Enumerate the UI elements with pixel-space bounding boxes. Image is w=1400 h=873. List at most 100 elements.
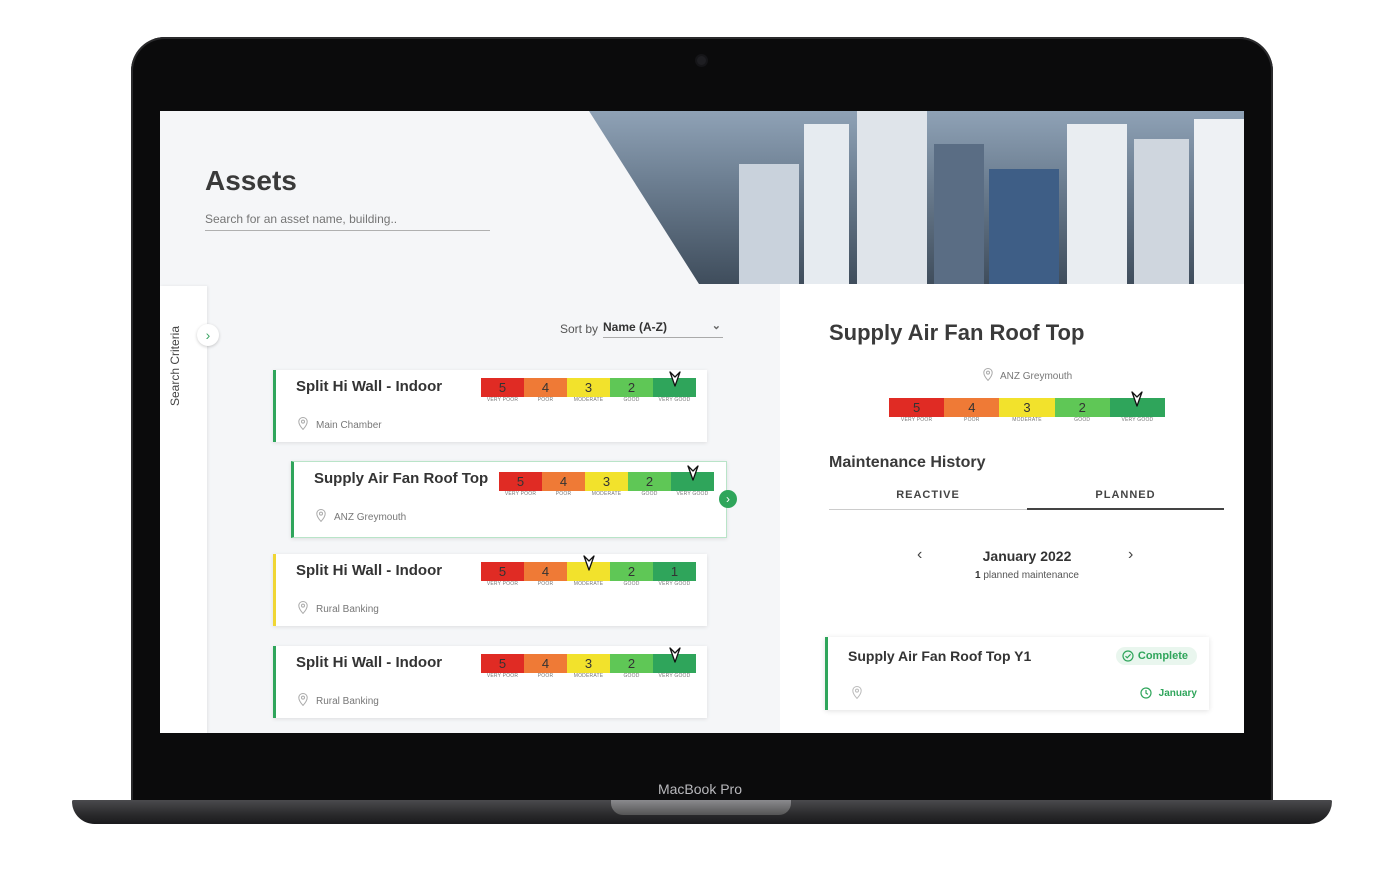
- maintenance-item-title: Supply Air Fan Roof Top Y1: [848, 648, 1032, 664]
- search-criteria-panel[interactable]: Search Criteria: [160, 286, 207, 733]
- scale-label: GOOD: [623, 673, 640, 679]
- scale-segment: 2: [1054, 398, 1110, 417]
- sort-value: Name (A-Z): [603, 320, 668, 334]
- maintenance-count-value: 1: [975, 570, 981, 581]
- scale-label: POOR: [537, 581, 554, 587]
- condition-scale: 5 4 2 1 VERY POOR POOR MODERATE GOOD VERY GOOD: [481, 555, 696, 592]
- rating-marker-icon: [668, 647, 681, 663]
- rating-marker-icon: [1131, 391, 1144, 407]
- scale-label: MODERATE: [573, 581, 604, 587]
- prev-month-button[interactable]: ‹: [917, 546, 922, 564]
- search-input[interactable]: [205, 208, 490, 231]
- maintenance-history-title: Maintenance History: [829, 454, 986, 471]
- tab-planned[interactable]: PLANNED: [1027, 489, 1224, 501]
- scale-segment: 2: [610, 654, 653, 673]
- location-pin-icon: [983, 368, 993, 381]
- scale-label: POOR: [537, 673, 554, 679]
- location-pin-icon: [316, 509, 326, 522]
- maintenance-count: 1 planned maintenance: [960, 570, 1094, 581]
- scale-label: POOR: [964, 417, 980, 423]
- location-pin-icon: [852, 686, 862, 699]
- scale-segment: 3: [567, 378, 610, 397]
- rating-marker-icon: [686, 465, 699, 481]
- detail-title: Supply Air Fan Roof Top: [829, 320, 1085, 345]
- scale-segment: 1: [653, 562, 696, 581]
- sort-label: Sort by: [560, 322, 599, 336]
- asset-card[interactable]: Split Hi Wall - Indoor 5 4 2 1 VERY POOR POOR…: [273, 554, 707, 626]
- app-screen: Assets Search Criteria › Sort by Name (A…: [160, 111, 1244, 733]
- check-circle-icon: [1122, 650, 1134, 662]
- scale-label: POOR: [537, 397, 554, 403]
- hero-city-image: [589, 111, 1244, 284]
- next-month-button[interactable]: ›: [1128, 546, 1133, 564]
- asset-card-selected[interactable]: Supply Air Fan Roof Top 5 4 3 2 VERY POOR POO…: [291, 461, 737, 538]
- status-label: Complete: [1137, 650, 1188, 662]
- status-badge: Complete: [1115, 647, 1197, 665]
- asset-location: Rural Banking: [316, 604, 379, 615]
- scale-label: VERY GOOD: [658, 673, 691, 679]
- scale-segment: 5: [481, 562, 524, 581]
- scale-label: VERY POOR: [486, 673, 519, 679]
- chevron-left-icon: ‹: [917, 546, 923, 563]
- scale-segment: 2: [628, 472, 671, 491]
- scale-label: POOR: [555, 491, 572, 497]
- asset-card[interactable]: Split Hi Wall - Indoor 5 4 3 2 VERY POOR POOR…: [273, 646, 707, 718]
- page-title: Assets: [205, 165, 297, 196]
- expand-criteria-button[interactable]: ›: [197, 324, 219, 346]
- scale-label: MODERATE: [573, 673, 604, 679]
- asset-name: Split Hi Wall - Indoor: [296, 562, 443, 579]
- tab-reactive[interactable]: REACTIVE: [829, 489, 1027, 501]
- location-pin-icon: [298, 601, 308, 614]
- condition-scale: 5 4 3 2 VERY POOR POOR MODERATE GOOD VERY GOOD: [481, 647, 696, 684]
- rating-marker-icon: [668, 371, 681, 387]
- scale-segment: 4: [524, 562, 567, 581]
- detail-location: ANZ Greymouth: [1000, 371, 1073, 382]
- scale-label: VERY POOR: [900, 417, 933, 423]
- maintenance-card[interactable]: Supply Air Fan Roof Top Y1 Complete Janu…: [825, 637, 1209, 710]
- scale-segment: 2: [610, 562, 653, 581]
- scale-segment: 5: [499, 472, 542, 491]
- month-label: January 2022: [982, 548, 1072, 564]
- scale-segment: 5: [481, 654, 524, 673]
- rating-marker-icon: [582, 555, 595, 571]
- sort-select[interactable]: Name (A-Z) ⌄: [603, 320, 723, 338]
- asset-name: Supply Air Fan Roof Top: [314, 470, 489, 487]
- condition-scale: 5 4 3 2 VERY POOR POOR MODERATE GOOD VERY GOOD: [889, 391, 1166, 428]
- scale-label: MODERATE: [591, 491, 622, 497]
- asset-location: ANZ Greymouth: [334, 512, 407, 523]
- scale-segment: 3: [567, 654, 610, 673]
- laptop-notch: [611, 800, 791, 815]
- asset-name: Split Hi Wall - Indoor: [296, 378, 443, 395]
- asset-card[interactable]: Split Hi Wall - Indoor 5 4 3 2 VERY POOR POOR…: [273, 370, 707, 442]
- asset-location: Main Chamber: [316, 420, 382, 431]
- tab-divider: [829, 509, 1027, 510]
- scale-segment: 4: [524, 654, 567, 673]
- chevron-right-icon: ›: [1128, 546, 1134, 563]
- device-brand: MacBook Pro: [657, 781, 743, 797]
- scale-segment: 4: [944, 398, 1000, 417]
- asset-detail-panel: Supply Air Fan Roof Top ANZ Greymouth 54…: [780, 284, 1244, 733]
- scale-segment: 3: [999, 398, 1055, 417]
- scale-label: VERY POOR: [486, 581, 519, 587]
- scale-label: VERY POOR: [504, 491, 537, 497]
- condition-scale: 5 4 3 2 VERY POOR POOR MODERATE GOOD VERY GOOD: [481, 371, 696, 408]
- scale-label: VERY POOR: [486, 397, 519, 403]
- condition-scale: 5 4 3 2 VERY POOR POOR MODERATE GOOD VERY GOOD: [499, 465, 714, 502]
- clock-icon: [1140, 687, 1152, 699]
- active-tab-indicator: [1027, 508, 1224, 510]
- scale-label: GOOD: [641, 491, 658, 497]
- scale-label: GOOD: [1074, 417, 1091, 423]
- open-detail-button[interactable]: ›: [719, 490, 737, 508]
- maintenance-date: January: [1140, 687, 1197, 699]
- maintenance-count-text: planned maintenance: [980, 570, 1079, 581]
- scale-label: MODERATE: [573, 397, 604, 403]
- asset-name: Split Hi Wall - Indoor: [296, 654, 443, 671]
- scale-segment: 4: [542, 472, 585, 491]
- scale-segment: 5: [481, 378, 524, 397]
- maintenance-date-label: January: [1158, 688, 1197, 699]
- scale-label: GOOD: [623, 397, 640, 403]
- chevron-right-icon: ›: [205, 327, 211, 343]
- location-pin-icon: [298, 693, 308, 706]
- search-criteria-label: Search Criteria: [168, 325, 182, 406]
- camera-icon: [697, 56, 706, 65]
